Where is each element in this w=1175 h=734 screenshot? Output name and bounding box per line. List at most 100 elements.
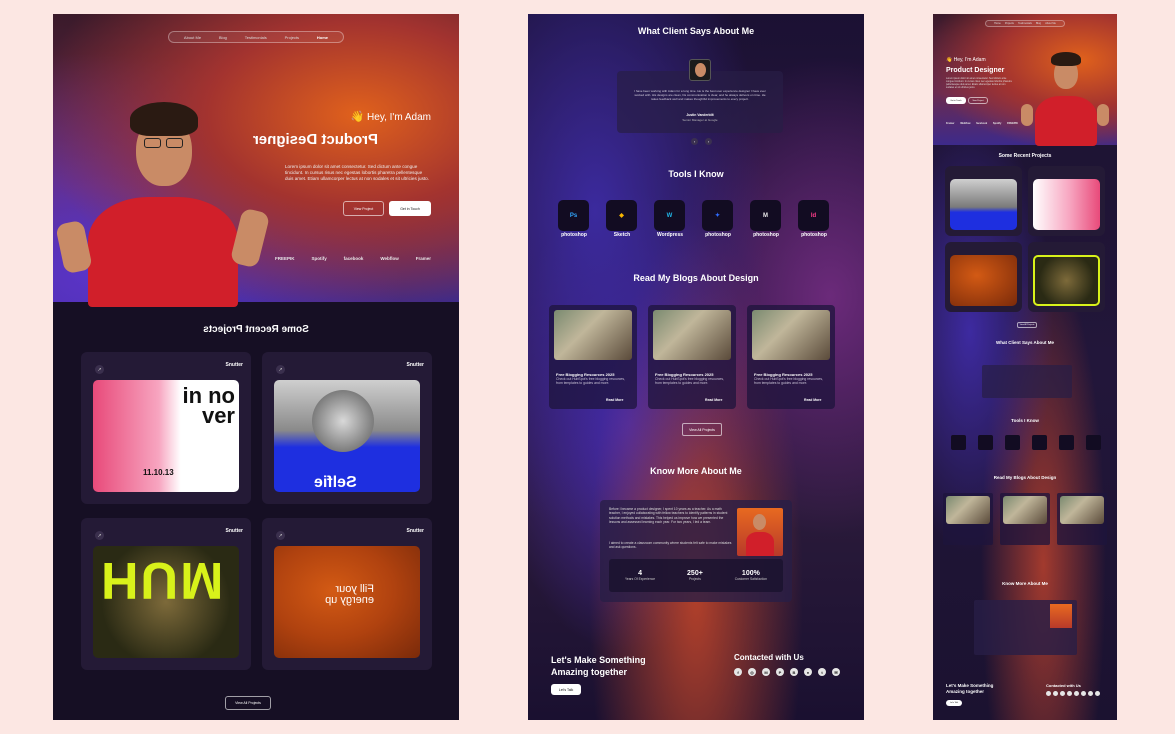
social-icons: f ◎ M P B ● t ✉ (734, 668, 840, 676)
tool-label: photoshop (561, 232, 587, 238)
mini-testimonial-card (982, 365, 1072, 398)
hero-portrait (55, 102, 271, 307)
mini-project-card[interactable] (1028, 242, 1105, 312)
project-card[interactable]: Snutter ↗ Fill your energy up (262, 518, 432, 670)
tool-label: Sketch (613, 232, 631, 238)
testimonial-card: I have been working with Adam for a long… (617, 59, 783, 133)
logo-spotify: Spotify (311, 256, 327, 261)
mini-blog-row (943, 493, 1107, 545)
tools-title: Tools I Know (668, 169, 724, 179)
blog-image (554, 310, 632, 360)
testimonial-quote: I have been working with Adam for a long… (634, 89, 766, 102)
project-card[interactable]: Snutter ↗ in no ver 11.10.13 (81, 352, 251, 504)
testimonial-name: Justin Vanderbilt (686, 113, 714, 117)
blogs-title: Read My Blogs About Design (633, 273, 759, 283)
pinterest-icon[interactable]: P (776, 668, 784, 676)
stats-row: 4 Years Of Experience 250+ Projects 100% Cu… (609, 559, 783, 592)
tool-label: photoshop (705, 232, 731, 238)
mini-hero: Home Projects Testimonials Blog About Me… (933, 14, 1117, 146)
waving-hand-icon: 👋 (946, 57, 953, 63)
footer-cta: Let's Make Something Amazing together (551, 655, 646, 678)
sketch-icon: ◆ (606, 200, 637, 231)
arrow-icon[interactable]: ↗ (95, 531, 104, 540)
prev-arrow-icon[interactable]: ‹ (691, 138, 698, 145)
hero-description: Lorem ipsum dolor sit amet consectetur. … (285, 164, 430, 182)
arrow-icon[interactable]: ↗ (95, 365, 104, 374)
read-more-link[interactable]: Read More (606, 398, 623, 402)
mini-project-card[interactable] (1028, 166, 1105, 236)
nav-item-projects[interactable]: Projects (285, 35, 299, 40)
medium-icon[interactable]: M (762, 668, 770, 676)
tool-label: Wordpress (656, 232, 684, 238)
mini-about-card (974, 600, 1077, 655)
contact-title: Contacted with Us (734, 653, 804, 662)
nav-bar: Home Projects Testimonials Blog About Me (168, 31, 344, 43)
project-art-hum: HUM (93, 546, 239, 658)
desktop-mirrored-page: Home Projects Testimonials Blog About Me… (53, 14, 459, 720)
project-card[interactable]: Snutter ↗ HUM (81, 518, 251, 670)
about-card: Before I became a product designer, I sp… (600, 500, 792, 602)
view-all-projects-button[interactable]: View All Projects (225, 696, 271, 710)
instagram-icon[interactable]: ◎ (748, 668, 756, 676)
read-more-link[interactable]: Read More (804, 398, 821, 402)
client-logos: Framer Webflow facebook Spotify FREEPIK (275, 256, 431, 261)
waving-hand-icon: 👋 (350, 111, 365, 123)
hero-greeting: Hey, I'm Adam (367, 112, 431, 123)
medium-icon: M (750, 200, 781, 231)
logo-framer: Framer (415, 256, 431, 261)
blog-card[interactable]: Free Blogging Resources 2025 Check out H… (648, 305, 736, 409)
arrow-icon[interactable]: ↗ (276, 531, 285, 540)
tool-icon: ✦ (702, 200, 733, 231)
project-art-innover: in no ver 11.10.13 (93, 380, 239, 492)
mini-nav: Home Projects Testimonials Blog About Me (985, 20, 1065, 27)
behance-icon[interactable]: B (790, 668, 798, 676)
blog-card[interactable]: Free Blogging Resources 2025 Check out H… (549, 305, 637, 409)
get-in-touch-button[interactable]: Get in Touch (389, 201, 431, 216)
facebook-icon[interactable]: f (734, 668, 742, 676)
hero-role: Product Designer (253, 131, 379, 148)
testimonial-role: Senior Manager at Google (682, 118, 718, 122)
arrow-icon[interactable]: ↗ (276, 365, 285, 374)
about-paragraph: Before I became a product designer, I sp… (609, 507, 728, 525)
blog-image (653, 310, 731, 360)
mini-role: Product Designer (946, 67, 1005, 74)
project-art-fill: Fill your energy up (274, 546, 420, 658)
desktop-page-lower: What Client Says About Me I have been wo… (528, 14, 864, 720)
view-project-button[interactable]: View Project (343, 201, 384, 216)
lets-talk-button[interactable]: Let's Talk (551, 684, 581, 695)
mini-project-card[interactable] (945, 242, 1022, 312)
tool-label: photoshop (801, 232, 827, 238)
view-all-blogs-button[interactable]: View All Projects (682, 423, 722, 436)
blog-image (752, 310, 830, 360)
blog-card[interactable]: Free Blogging Resources 2025 Check out H… (747, 305, 835, 409)
tool-label: photoshop (753, 232, 779, 238)
avatar (689, 59, 711, 81)
hero-section: Home Projects Testimonials Blog About Me… (53, 14, 459, 307)
read-more-link[interactable]: Read More (705, 398, 722, 402)
about-title: Know More About Me (650, 466, 742, 476)
photoshop-icon: Ps (558, 200, 589, 231)
nav-item-testimonials[interactable]: Testimonials (245, 35, 267, 40)
dribbble-icon[interactable]: ● (804, 668, 812, 676)
mini-project-card[interactable] (945, 166, 1022, 236)
nav-item-blog[interactable]: Blog (219, 35, 227, 40)
mini-full-page: Home Projects Testimonials Blog About Me… (933, 14, 1117, 720)
logo-webflow: Webflow (380, 256, 399, 261)
testimonial-title: What Client Says About Me (637, 26, 755, 36)
twitter-icon[interactable]: t (818, 668, 826, 676)
nav-item-about[interactable]: About Me (184, 35, 201, 40)
next-arrow-icon[interactable]: › (705, 138, 712, 145)
about-paragraph: I aimed to create a classroom community … (609, 541, 732, 550)
project-card[interactable]: Snutter ↗ Selfie (262, 352, 432, 504)
projects-title: Some Recent Projects (203, 324, 309, 335)
nav-item-home[interactable]: Home (317, 35, 328, 40)
mini-tools-row (951, 435, 1101, 450)
logo-freepik: FREEPIK (275, 256, 295, 261)
project-art-selfie: Selfie (274, 380, 420, 492)
mini-portrait (1019, 52, 1111, 146)
about-portrait (737, 508, 783, 556)
indesign-icon: Id (798, 200, 829, 231)
wordpress-icon: W (654, 200, 685, 231)
mail-icon[interactable]: ✉ (832, 668, 840, 676)
logo-facebook: facebook (343, 256, 364, 261)
